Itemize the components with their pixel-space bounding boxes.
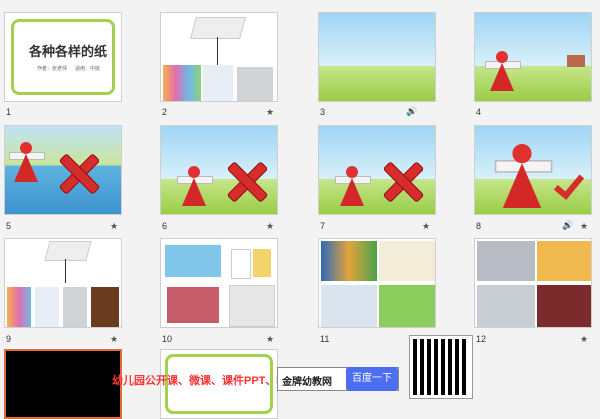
slide-1[interactable]: 各种各样的纸 作者：张老师 适用：中班	[4, 12, 122, 102]
promo-banner: 幼儿园公开课、微课、课件PPT、教案	[112, 375, 299, 387]
slide-9[interactable]	[4, 238, 122, 328]
audio-icon: 🔊	[406, 106, 418, 116]
slide-11[interactable]	[318, 238, 436, 328]
slide-6[interactable]	[160, 125, 278, 215]
brand-name: 金牌幼教网	[282, 377, 332, 388]
slide-number: 1	[6, 107, 12, 117]
slide-title: 各种各样的纸	[29, 44, 108, 59]
slide-8[interactable]	[474, 125, 592, 215]
slide-2[interactable]	[160, 12, 278, 102]
slide-12[interactable]	[474, 238, 592, 328]
slide-7[interactable]	[318, 125, 436, 215]
search-button[interactable]: 百度一下	[346, 367, 398, 391]
qr-code-icon	[409, 335, 473, 399]
slide-13[interactable]	[4, 349, 122, 419]
slide-10[interactable]	[160, 238, 278, 328]
slide-4[interactable]	[474, 12, 592, 102]
slide-5[interactable]	[4, 125, 122, 215]
slide-3[interactable]	[318, 12, 436, 102]
audio-icon: 🔊	[562, 220, 574, 230]
